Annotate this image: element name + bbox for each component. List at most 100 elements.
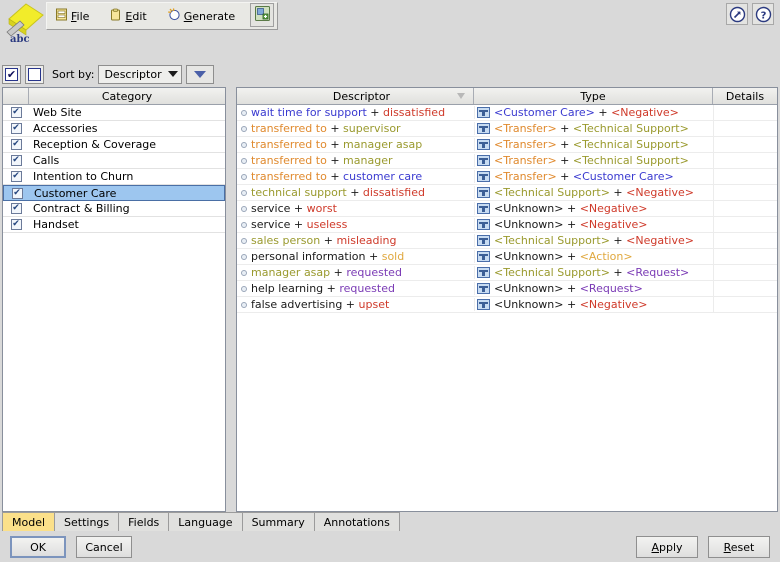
details-cell xyxy=(713,281,777,296)
category-label: Reception & Coverage xyxy=(33,138,157,151)
descriptor-table-header: Descriptor Type Details xyxy=(237,88,777,105)
category-checkbox[interactable]: ✔ xyxy=(10,203,22,214)
category-row[interactable]: ✔ Customer Care xyxy=(3,185,225,201)
category-row[interactable]: ✔ Web Site xyxy=(3,105,225,121)
descriptor-row[interactable]: service + worst <Unknown> + <Negative> xyxy=(237,201,777,217)
cancel-button[interactable]: Cancel xyxy=(76,536,132,558)
descriptor-row[interactable]: manager asap + requested <Technical Suppo… xyxy=(237,265,777,281)
generate-toolbar-button[interactable] xyxy=(250,3,274,27)
category-label: Calls xyxy=(33,154,60,167)
type-text: + xyxy=(563,298,580,311)
type-concept-icon xyxy=(477,283,490,294)
descriptor-row[interactable]: technical support + dissatisfied <Technic… xyxy=(237,185,777,201)
type-column-header[interactable]: Type xyxy=(474,88,713,104)
sort-direction-button[interactable] xyxy=(185,64,214,84)
category-row[interactable]: ✔ Reception & Coverage xyxy=(3,137,225,153)
descriptor-row[interactable]: transferred to + manager <Transfer> + <Te… xyxy=(237,153,777,169)
category-checkbox[interactable]: ✔ xyxy=(11,187,23,199)
row-bullet-cell xyxy=(237,221,250,228)
window-control-buttons: ? xyxy=(726,3,774,25)
tab-summary[interactable]: Summary xyxy=(241,512,315,531)
type-cell: <Transfer> + <Technical Support> xyxy=(474,154,713,167)
descriptor-text: help learning xyxy=(251,282,324,295)
descriptor-row[interactable]: help learning + requested <Unknown> + <Re… xyxy=(237,281,777,297)
app-logo: abc xyxy=(2,2,46,52)
type-text: <Technical Support> xyxy=(572,138,689,151)
row-bullet-cell xyxy=(237,189,250,196)
descriptor-row[interactable]: false advertising + upset <Unknown> + <Ne… xyxy=(237,297,777,313)
sort-indicator-icon xyxy=(457,93,465,99)
type-text: + xyxy=(563,218,580,231)
type-text-wrapper: <Technical Support> + <Negative> xyxy=(494,234,694,247)
menu-file[interactable]: File xyxy=(49,5,95,27)
row-bullet-cell xyxy=(237,269,250,276)
category-checkbox[interactable]: ✔ xyxy=(10,171,22,182)
type-text: <Technical Support> xyxy=(494,234,610,247)
descriptor-text: + xyxy=(323,282,340,295)
type-text-wrapper: <Unknown> + <Negative> xyxy=(494,202,648,215)
reset-button[interactable]: Reset xyxy=(708,536,770,558)
type-text-wrapper: <Customer Care> + <Negative> xyxy=(494,106,679,119)
tab-language[interactable]: Language xyxy=(168,512,243,531)
apply-button[interactable]: Apply xyxy=(636,536,698,558)
descriptor-text: + xyxy=(326,122,344,135)
descriptor-row[interactable]: personal information + sold <Unknown> + <… xyxy=(237,249,777,265)
category-checkbox[interactable]: ✔ xyxy=(10,139,22,150)
details-cell xyxy=(713,233,777,248)
row-bullet-cell xyxy=(237,253,250,260)
type-text: <Action> xyxy=(579,250,633,263)
type-text: <Negative> xyxy=(626,234,694,247)
help-button[interactable]: ? xyxy=(752,3,774,25)
category-row[interactable]: ✔ Calls xyxy=(3,153,225,169)
deselect-all-button[interactable] xyxy=(25,64,44,84)
type-text: <Unknown> xyxy=(494,282,564,295)
category-checkbox[interactable]: ✔ xyxy=(10,123,22,134)
question-mark-icon: ? xyxy=(755,6,771,22)
category-checkbox[interactable]: ✔ xyxy=(10,219,22,230)
tab-annotations[interactable]: Annotations xyxy=(313,512,400,531)
tab-model[interactable]: Model xyxy=(2,512,56,531)
descriptor-row[interactable]: service + useless <Unknown> + <Negative> xyxy=(237,217,777,233)
category-checkbox-cell: ✔ xyxy=(3,219,29,230)
select-all-button[interactable]: ✔ xyxy=(2,64,21,84)
ok-button[interactable]: OK xyxy=(10,536,66,558)
descriptor-text: customer care xyxy=(343,170,423,183)
details-column-header[interactable]: Details xyxy=(713,88,777,104)
menu-generate[interactable]: Generate xyxy=(161,5,241,27)
tab-settings[interactable]: Settings xyxy=(54,512,120,531)
category-list: ✔ Web Site ✔ Accessories ✔ Reception & Covera… xyxy=(3,105,225,233)
category-checkbox[interactable]: ✔ xyxy=(10,107,22,118)
category-row[interactable]: ✔ Intention to Churn xyxy=(3,169,225,185)
type-text: <Technical Support> xyxy=(494,266,610,279)
descriptor-row[interactable]: transferred to + customer care <Transfer>… xyxy=(237,169,777,185)
details-cell xyxy=(713,265,777,280)
sort-by-dropdown[interactable]: Descriptor xyxy=(98,64,182,84)
descriptor-text: misleading xyxy=(336,234,397,247)
apply-button-label: Apply xyxy=(651,540,683,554)
descriptor-column-header[interactable]: Descriptor xyxy=(250,88,474,104)
category-checkbox-column-header[interactable] xyxy=(3,88,29,104)
category-row[interactable]: ✔ Handset xyxy=(3,217,225,233)
descriptor-cell: service + worst xyxy=(250,202,474,215)
type-text-wrapper: <Transfer> + <Customer Care> xyxy=(494,170,674,183)
menu-edit[interactable]: Edit xyxy=(103,5,152,27)
expand-button[interactable] xyxy=(726,3,748,25)
type-text: <Negative> xyxy=(579,202,648,215)
type-text: <Technical Support> xyxy=(494,186,610,199)
category-row[interactable]: ✔ Accessories xyxy=(3,121,225,137)
type-text: <Negative> xyxy=(579,298,648,311)
category-column-header[interactable]: Category xyxy=(29,88,225,104)
tab-fields[interactable]: Fields xyxy=(118,512,170,531)
type-text: <Request> xyxy=(579,282,643,295)
descriptor-row[interactable]: wait time for support + dissatisfied <Cus… xyxy=(237,105,777,121)
descriptor-row[interactable]: transferred to + supervisor <Transfer> + … xyxy=(237,121,777,137)
bullet-icon xyxy=(240,173,247,180)
type-cell: <Unknown> + <Action> xyxy=(474,250,713,263)
panel-splitter[interactable] xyxy=(226,87,236,512)
descriptor-row[interactable]: transferred to + manager asap <Transfer> … xyxy=(237,137,777,153)
descriptor-row[interactable]: sales person + misleading <Technical Supp… xyxy=(237,233,777,249)
category-row[interactable]: ✔ Contract & Billing xyxy=(3,201,225,217)
type-text: <Transfer> xyxy=(494,154,557,167)
descriptor-cell: sales person + misleading xyxy=(250,234,474,247)
category-checkbox[interactable]: ✔ xyxy=(10,155,22,166)
